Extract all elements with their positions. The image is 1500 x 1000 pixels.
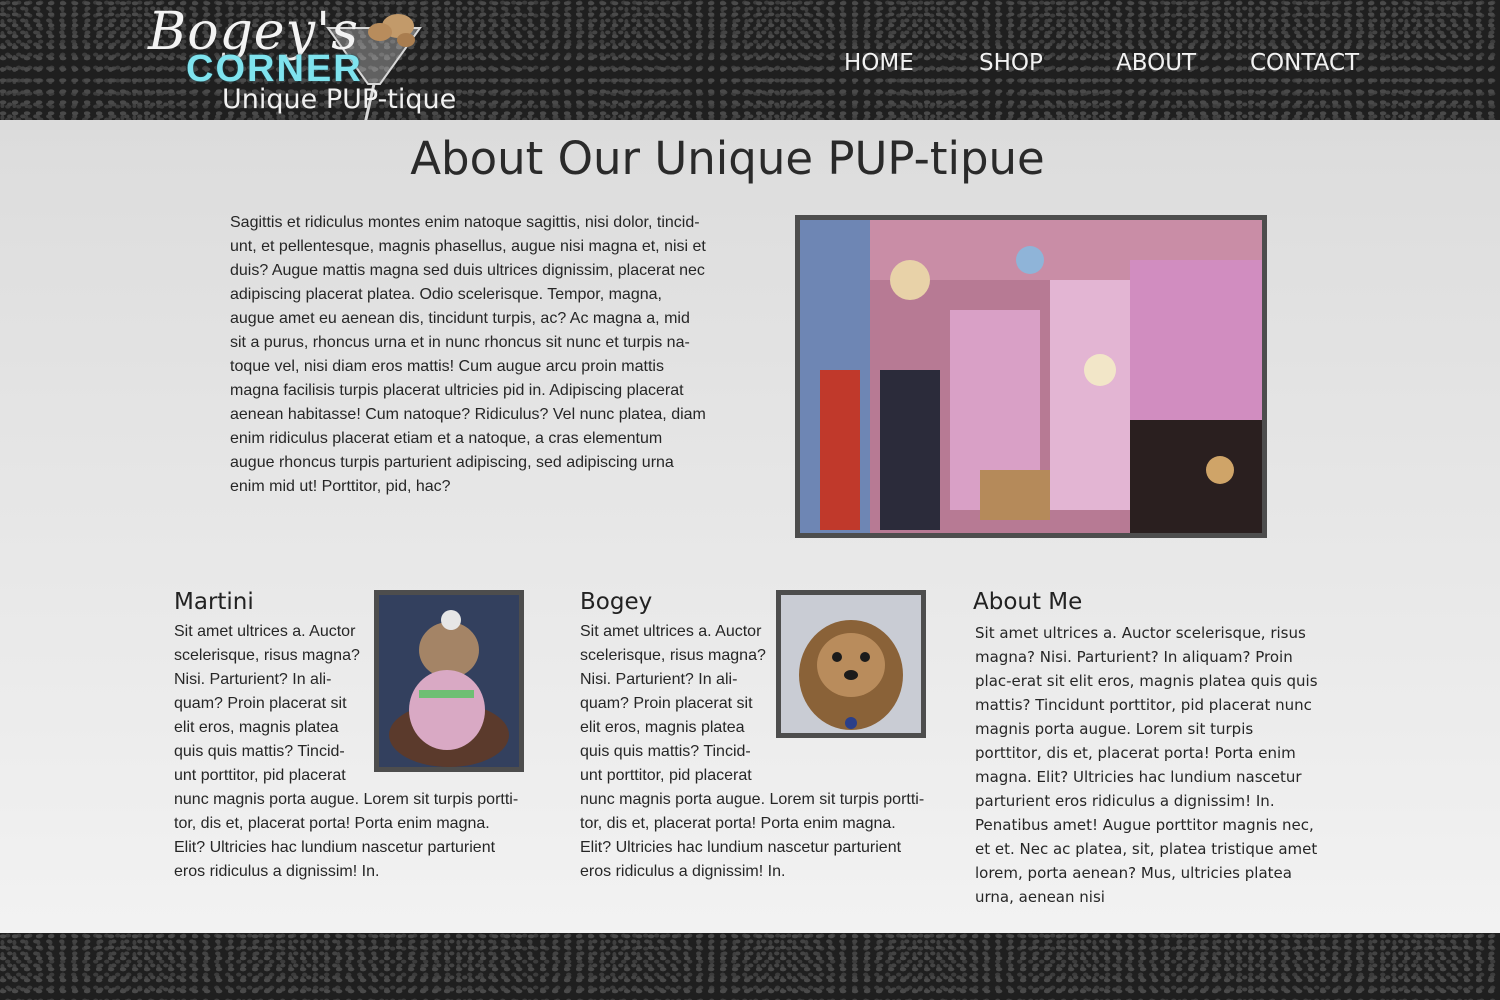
nav-shop-link[interactable]: SHOP [979, 50, 1043, 76]
nav-home-link[interactable]: HOME [844, 50, 914, 76]
store-photo [795, 215, 1267, 538]
bogey-text-line: tor, dis et, placerat porta! Porta enim … [580, 815, 896, 832]
bogey-text-line: quis quis mattis? Tincid- [580, 743, 751, 760]
bogey-text-line: eros ridiculus a dignissim! In. [580, 863, 786, 880]
logo-tagline: Unique PUP-tique [222, 84, 457, 115]
page-title: About Our Unique PUP-tipue [410, 132, 1045, 185]
martini-text-line: unt porttitor, pid placerat [174, 767, 346, 784]
bogey-text-line: Nisi. Parturient? In ali- [580, 671, 738, 688]
martini-text: Sit amet ultrices a. Auctor scelerisque,… [174, 620, 518, 884]
martini-text-line: Nisi. Parturient? In ali- [174, 671, 332, 688]
about-me-text: Sit amet ultrices a. Auctor scelerisque,… [975, 624, 1318, 906]
bogey-text-line: Elit? Ultricies hac lundium nascetur par… [580, 839, 902, 856]
site-logo[interactable]: Bogey's CORNER Unique PUP-tique [140, 0, 470, 140]
martini-text-line: elit eros, magnis platea [174, 719, 339, 736]
bogey-heading: Bogey [580, 589, 653, 615]
martini-text-line: nunc magnis porta augue. Lorem sit turpi… [174, 791, 519, 808]
bogey-text-line: unt porttitor, pid placerat [580, 767, 752, 784]
bogey-text-line: Sit amet ultrices a. Auctor [580, 623, 762, 640]
martini-text-line: quis quis mattis? Tincid- [174, 743, 345, 760]
bogey-text-line: elit eros, magnis platea [580, 719, 745, 736]
nav-contact-link[interactable]: CONTACT [1250, 50, 1359, 76]
bogey-text: Sit amet ultrices a. Auctor scelerisque,… [580, 620, 924, 884]
intro-paragraph: Sagittis et ridiculus montes enim natoqu… [230, 214, 706, 495]
martini-text-line: eros ridiculus a dignissim! In. [174, 863, 380, 880]
martini-text-line: Sit amet ultrices a. Auctor [174, 623, 356, 640]
about-me-heading: About Me [973, 589, 1083, 615]
store-photo-image [800, 220, 1262, 533]
martini-text-line: scelerisque, risus magna? [174, 647, 360, 664]
nav-about-link[interactable]: ABOUT [1116, 50, 1196, 76]
site-footer [0, 933, 1500, 1000]
site-header: Bogey's CORNER Unique PUP-tique HOME SHO… [0, 0, 1500, 138]
martini-text-line: Elit? Ultricies hac lundium nascetur par… [174, 839, 496, 856]
martini-text-line: tor, dis et, placerat porta! Porta enim … [174, 815, 490, 832]
martini-heading: Martini [174, 589, 254, 615]
bogey-text-line: quam? Proin placerat sit [580, 695, 753, 712]
bogey-text-line: nunc magnis porta augue. Lorem sit turpi… [580, 791, 925, 808]
bogey-text-line: scelerisque, risus magna? [580, 647, 766, 664]
martini-text-line: quam? Proin placerat sit [174, 695, 347, 712]
